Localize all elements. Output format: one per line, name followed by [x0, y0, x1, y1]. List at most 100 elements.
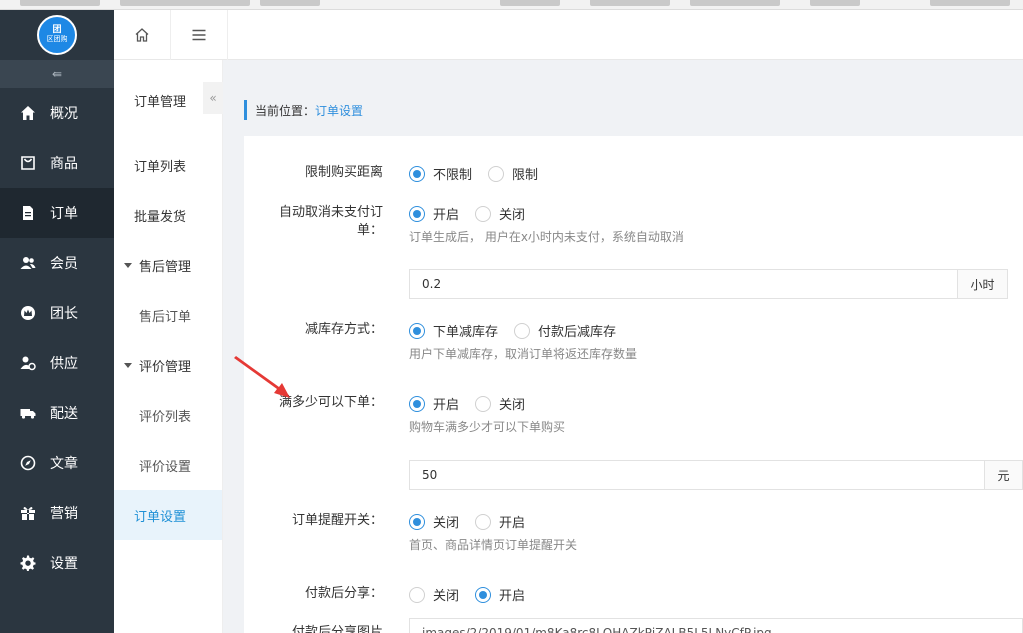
subnav-group-review[interactable]: 评价管理 — [114, 340, 222, 390]
sidebar-item-label: 营销 — [50, 506, 78, 522]
sidebar-item-settings[interactable]: 设置 — [0, 538, 114, 588]
subnav-group-aftersale[interactable]: 售后管理 — [114, 240, 222, 290]
sidebar-item-delivery[interactable]: 配送 — [0, 388, 114, 438]
sidebar-item-goods[interactable]: 商品 — [0, 138, 114, 188]
main-sidebar: 团 区团购 ⇚ 概况 商品 订单 会员 团长 供应 配送 文章 营销 设置 — [0, 10, 114, 633]
radio-group: 不限制 限制 — [409, 164, 554, 183]
input-value[interactable]: 50 — [410, 461, 984, 489]
sidebar-item-articles[interactable]: 文章 — [0, 438, 114, 488]
bookmark[interactable] — [260, 0, 320, 6]
order-subnav: 订单管理 订单列表 批量发货 售后管理 售后订单 评价管理 评价列表 评价设置 … — [114, 60, 223, 633]
logo-text: 区团购 — [46, 35, 68, 43]
radio-dot — [475, 513, 492, 530]
sidebar-item-label: 订单 — [50, 206, 78, 222]
browser-bookmarks-bar — [0, 0, 1023, 10]
radio-dot — [409, 205, 425, 222]
home-icon — [20, 105, 36, 121]
sidebar-item-marketing[interactable]: 营销 — [0, 488, 114, 538]
breadcrumb-prefix: 当前位置： — [255, 103, 316, 118]
field-label: 自动取消未支付订 单： — [263, 204, 383, 240]
radio-label: 关闭 — [499, 398, 526, 413]
sidebar-item-label: 设置 — [50, 556, 78, 572]
subnav-item-batch-ship[interactable]: 批量发货 — [114, 190, 222, 240]
radio-on[interactable]: 开启 — [475, 512, 525, 531]
menu-toggle-button[interactable] — [171, 10, 228, 60]
top-header — [114, 10, 1023, 60]
auto-cancel-hours-input[interactable]: 0.2 小时 — [409, 269, 1008, 299]
share-image-path-input[interactable]: images/2/2019/01/m8Ka8rc8LQHAZkPjZALB5L5… — [409, 618, 1023, 633]
subnav-item-aftersale-orders[interactable]: 售后订单 — [114, 290, 222, 340]
radio-dot — [409, 322, 425, 339]
logo-mark: 团 — [52, 25, 62, 35]
radio-dot — [475, 205, 492, 222]
radio-dot — [475, 395, 492, 412]
hamburger-icon — [192, 29, 206, 41]
help-text: 用户下单减库存，取消订单将返还库存数量 — [409, 347, 638, 361]
sidebar-item-leaders[interactable]: 团长 — [0, 288, 114, 338]
radio-disable[interactable]: 关闭 — [475, 394, 525, 413]
radio-off[interactable]: 关闭 — [409, 512, 459, 531]
input-unit: 小时 — [957, 270, 1007, 298]
min-order-amount-input[interactable]: 50 元 — [409, 460, 1023, 490]
radio-group: 关闭 开启 — [409, 512, 541, 531]
radio-on[interactable]: 开启 — [475, 585, 525, 604]
radio-dot — [475, 586, 492, 603]
caret-down-icon — [124, 362, 132, 368]
compass-icon — [20, 455, 36, 471]
sidebar-item-label: 商品 — [50, 156, 78, 172]
radio-group: 开启 关闭 — [409, 204, 541, 223]
bookmark[interactable] — [590, 0, 670, 6]
radio-unlimited[interactable]: 不限制 — [409, 164, 472, 183]
radio-label: 开启 — [433, 398, 460, 413]
radio-dot — [409, 395, 425, 412]
sidebar-item-overview[interactable]: 概况 — [0, 88, 114, 138]
radio-group: 开启 关闭 — [409, 394, 541, 413]
bookmark[interactable] — [120, 0, 250, 6]
radio-enable[interactable]: 开启 — [409, 394, 459, 413]
annotation-arrow-icon — [234, 356, 290, 398]
subnav-item-review-list[interactable]: 评价列表 — [114, 390, 222, 440]
radio-label: 开启 — [499, 589, 526, 604]
sidebar-item-label: 供应 — [50, 356, 78, 372]
sidebar-collapse-toggle[interactable]: ⇚ — [0, 60, 114, 88]
radio-dot — [409, 586, 425, 603]
sidebar-item-members[interactable]: 会员 — [0, 238, 114, 288]
subnav-item-review-settings[interactable]: 评价设置 — [114, 440, 222, 490]
input-value[interactable]: 0.2 — [410, 270, 957, 298]
sidebar-item-supply[interactable]: 供应 — [0, 338, 114, 388]
crown-icon — [20, 305, 36, 321]
radio-stock-on-payment[interactable]: 付款后减库存 — [514, 321, 616, 340]
subnav-group-label: 售后管理 — [139, 259, 192, 275]
bag-icon — [20, 155, 36, 171]
field-label-line: 自动取消未支付订 — [278, 205, 383, 220]
radio-disable[interactable]: 关闭 — [475, 204, 525, 223]
radio-label: 不限制 — [433, 168, 473, 183]
sidebar-item-label: 配送 — [50, 406, 78, 422]
subnav-collapse-button[interactable]: « — [203, 82, 223, 114]
bookmark[interactable] — [810, 0, 860, 6]
radio-stock-on-order[interactable]: 下单减库存 — [409, 321, 498, 340]
subnav-item-order-settings[interactable]: 订单设置 — [114, 490, 222, 540]
radio-dot — [409, 165, 425, 182]
bookmark[interactable] — [930, 0, 1010, 6]
help-text: 订单生成后， 用户在x小时内未支付，系统自动取消 — [409, 230, 684, 244]
sidebar-item-orders[interactable]: 订单 — [0, 188, 114, 238]
breadcrumb-current[interactable]: 订单设置 — [315, 102, 363, 119]
radio-label: 付款后减库存 — [538, 325, 617, 340]
radio-dot — [409, 513, 425, 530]
home-outline-icon — [135, 28, 149, 42]
radio-limited[interactable]: 限制 — [488, 164, 538, 183]
brand-logo[interactable]: 团 区团购 — [37, 15, 77, 55]
radio-group: 下单减库存 付款后减库存 — [409, 321, 632, 340]
help-text: 首页、商品详情页订单提醒开关 — [409, 538, 578, 552]
sidebar-item-label: 团长 — [50, 306, 78, 322]
truck-icon — [20, 405, 36, 421]
radio-enable[interactable]: 开启 — [409, 204, 459, 223]
radio-dot — [488, 165, 505, 182]
bookmark[interactable] — [690, 0, 780, 6]
home-button[interactable] — [114, 10, 171, 60]
radio-off[interactable]: 关闭 — [409, 585, 459, 604]
bookmark[interactable] — [500, 0, 560, 6]
subnav-item-order-list[interactable]: 订单列表 — [114, 140, 222, 190]
bookmark[interactable] — [20, 0, 100, 6]
